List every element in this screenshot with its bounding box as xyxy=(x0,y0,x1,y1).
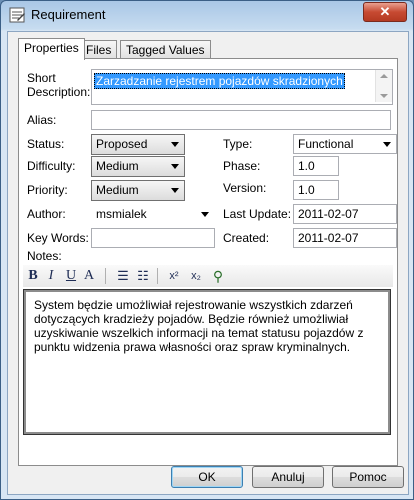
short-description-scrollbar[interactable] xyxy=(375,70,392,102)
toolbar-separator xyxy=(105,268,106,284)
alias-input[interactable] xyxy=(91,110,391,130)
keywords-input[interactable] xyxy=(91,228,215,248)
chevron-down-icon xyxy=(171,142,179,147)
bullet-list-icon[interactable]: ☰ xyxy=(115,267,131,285)
title-bar[interactable]: Requirement ✕ xyxy=(1,1,413,29)
short-description-label-line2: Description: xyxy=(27,85,91,99)
underline-icon[interactable]: U xyxy=(63,267,79,285)
status-label: Status: xyxy=(27,137,65,151)
scroll-down-icon[interactable] xyxy=(380,94,388,98)
last-update-value: 2011-02-07 xyxy=(293,204,397,224)
difficulty-label: Difficulty: xyxy=(27,159,76,173)
phase-input[interactable]: 1.0 xyxy=(293,156,339,176)
chevron-down-icon xyxy=(171,164,179,169)
cancel-button[interactable]: Anuluj xyxy=(252,466,324,488)
priority-value: Medium xyxy=(96,183,139,197)
superscript-icon[interactable]: x² xyxy=(165,267,183,285)
author-select[interactable]: msmialek xyxy=(91,204,215,224)
version-label: Version: xyxy=(223,181,267,195)
dialog-body: Properties Files Tagged Values Short Des… xyxy=(7,31,409,495)
difficulty-select[interactable]: Medium xyxy=(91,156,185,177)
requirement-icon xyxy=(9,7,25,23)
difficulty-value: Medium xyxy=(96,159,139,173)
chevron-down-icon xyxy=(171,188,179,193)
notes-editor[interactable]: System będzie umożliwiał rejestrowanie w… xyxy=(23,289,391,435)
created-label: Created: xyxy=(223,231,270,245)
font-color-icon[interactable]: A xyxy=(81,267,97,285)
version-input[interactable]: 1.0 xyxy=(293,180,339,200)
short-description-input[interactable]: Zarzadzanie rejestrem pojazdów skradzion… xyxy=(91,69,393,105)
last-update-label: Last Update: xyxy=(223,207,292,221)
hyperlink-icon[interactable]: ⚲ xyxy=(209,267,227,285)
requirement-window: Requirement ✕ Properties Files Tagged Va… xyxy=(0,0,414,500)
ok-button[interactable]: OK xyxy=(171,466,243,488)
author-value: msmialek xyxy=(96,207,147,221)
priority-select[interactable]: Medium xyxy=(91,180,185,201)
chevron-down-icon xyxy=(383,142,391,147)
type-label: Type: xyxy=(223,137,253,151)
created-value: 2011-02-07 xyxy=(293,228,397,248)
tab-properties[interactable]: Properties xyxy=(18,38,85,60)
chevron-down-icon xyxy=(201,212,209,217)
window-title: Requirement xyxy=(31,7,106,22)
properties-panel: Short Description: Zarzadzanie rejestrem… xyxy=(18,58,398,466)
priority-label: Priority: xyxy=(27,183,68,197)
close-icon: ✕ xyxy=(379,4,391,19)
phase-label: Phase: xyxy=(223,159,261,173)
alias-label: Alias: xyxy=(27,113,57,127)
notes-toolbar: B I U A ☰ ☷ x² x₂ ⚲ xyxy=(23,265,393,287)
keywords-label: Key Words: xyxy=(27,231,89,245)
author-label: Author: xyxy=(27,207,66,221)
short-description-label-line1: Short xyxy=(27,71,56,85)
tab-files[interactable]: Files xyxy=(80,40,118,59)
italic-icon[interactable]: I xyxy=(43,267,59,285)
tab-tagged-values[interactable]: Tagged Values xyxy=(120,40,211,59)
close-button[interactable]: ✕ xyxy=(363,2,407,22)
type-value: Functional xyxy=(298,137,354,151)
numbered-list-icon[interactable]: ☷ xyxy=(135,267,151,285)
type-select[interactable]: Functional xyxy=(293,134,397,154)
notes-label: Notes: xyxy=(27,249,62,263)
subscript-icon[interactable]: x₂ xyxy=(187,267,205,285)
bold-icon[interactable]: B xyxy=(25,267,41,285)
status-value: Proposed xyxy=(96,137,148,151)
short-description-value: Zarzadzanie rejestrem pojazdów skradzion… xyxy=(94,73,345,89)
help-button[interactable]: Pomoc xyxy=(332,466,404,488)
toolbar-separator xyxy=(157,268,158,284)
scroll-up-icon[interactable] xyxy=(380,74,388,78)
status-select[interactable]: Proposed xyxy=(91,134,185,155)
notes-text: System będzie umożliwiał rejestrowanie w… xyxy=(34,298,364,354)
